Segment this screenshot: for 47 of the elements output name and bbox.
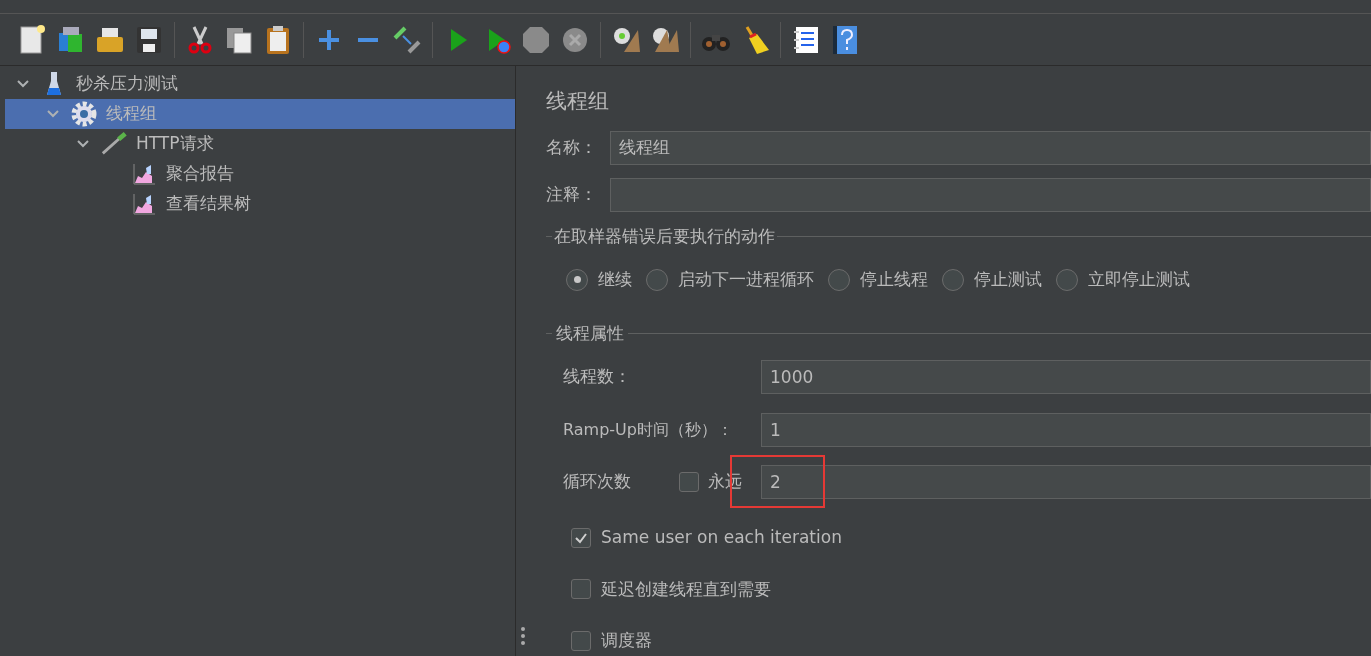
radio-option[interactable]: 停止测试 [942, 267, 1042, 293]
radio-button[interactable] [828, 268, 850, 291]
gear-icon [71, 101, 97, 127]
chevron-down-icon[interactable] [76, 139, 90, 149]
radio-option[interactable]: 立即停止测试 [1056, 267, 1190, 293]
comment-field[interactable] [610, 177, 1371, 212]
tree-item[interactable]: 查看结果树 [5, 189, 515, 219]
tree-label: 秒杀压力测试 [76, 72, 178, 96]
group-legend: 在取样器错误后要执行的动作 [552, 223, 777, 249]
radio-option[interactable]: 停止线程 [828, 267, 928, 293]
field-label: 线程数： [563, 365, 632, 389]
drag-handle-icon[interactable] [519, 626, 526, 646]
radio-button[interactable] [646, 268, 668, 291]
tree-label: 线程组 [106, 102, 157, 126]
checkbox-label: 延迟创建线程直到需要 [601, 577, 771, 601]
graph-icon [132, 162, 156, 186]
tree-item[interactable]: 聚合报告 [5, 159, 515, 189]
radio-button[interactable] [942, 268, 964, 291]
radio-button[interactable] [566, 268, 588, 291]
threads-field[interactable]: 1000 [761, 360, 1371, 394]
radio-option[interactable]: 启动下一进程循环 [646, 267, 814, 293]
tree-item[interactable]: 秒杀压力测试 [5, 69, 515, 99]
tree-item[interactable]: HTTP请求 [5, 129, 515, 159]
checkbox-label: Same user on each iteration [601, 526, 842, 549]
tree-label: 查看结果树 [166, 192, 251, 216]
checkbox[interactable] [571, 579, 591, 600]
flask-icon [46, 71, 62, 97]
chevron-down-icon[interactable] [16, 79, 30, 89]
checkbox[interactable] [679, 472, 699, 492]
panel-title: 线程组 [546, 88, 610, 115]
field-label: 循环次数 [563, 470, 632, 494]
tree-label: HTTP请求 [136, 132, 214, 156]
checkbox[interactable] [571, 630, 591, 651]
field-label: 名称： [546, 135, 598, 159]
field-label: 注释： [546, 182, 598, 206]
pipette-icon [100, 131, 128, 157]
group-legend: 线程属性 [552, 320, 628, 346]
tree-label: 聚合报告 [166, 162, 234, 186]
field-label: Ramp-Up时间（秒）： [563, 419, 734, 441]
loop-count-field[interactable]: 2 [761, 465, 1371, 499]
checkbox-label: 调度器 [601, 629, 652, 652]
radio-option[interactable]: 继续 [566, 267, 632, 293]
checkbox[interactable] [571, 527, 591, 548]
ramp-up-field[interactable]: 1 [761, 413, 1371, 447]
radio-button[interactable] [1056, 268, 1078, 291]
graph-icon [132, 192, 156, 216]
name-field[interactable]: 线程组 [610, 130, 1371, 165]
